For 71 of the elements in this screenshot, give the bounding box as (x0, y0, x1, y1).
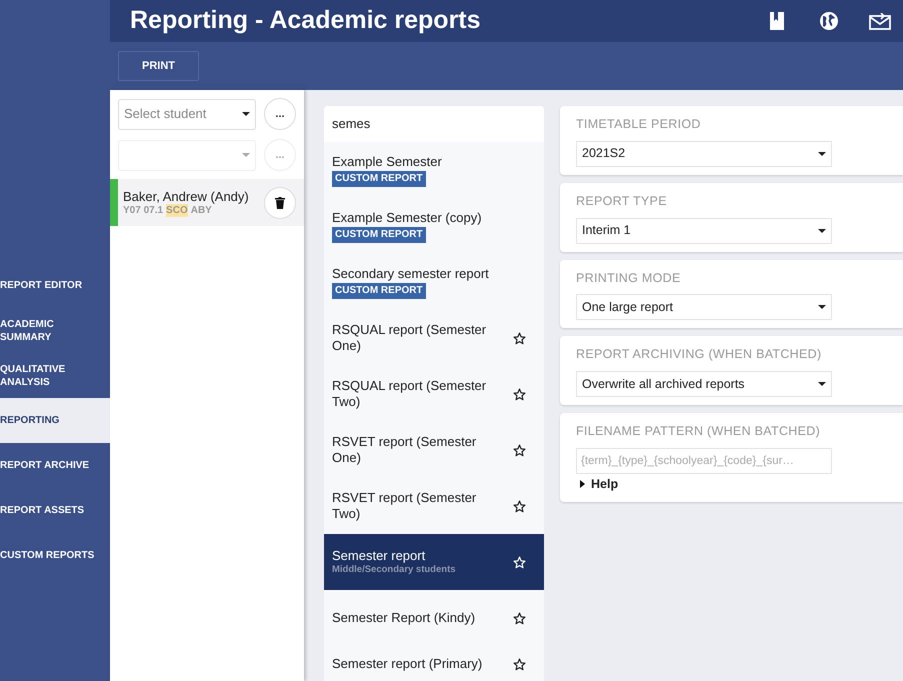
nav-item[interactable]: CUSTOM REPORTS (0, 533, 110, 578)
report-name: RSVET report (Semester One) (332, 434, 478, 466)
print-button[interactable]: PRINT (118, 51, 199, 81)
nav-item[interactable]: REPORTING (0, 398, 110, 443)
caret-icon (242, 112, 250, 116)
star-icon[interactable] (513, 658, 526, 671)
report-name: RSQUAL report (Semester One) (332, 322, 488, 354)
triangle-icon (580, 480, 585, 488)
report-list-item[interactable]: RSVET report (Semester One) (324, 422, 544, 478)
student-row[interactable]: Baker, Andrew (Andy) Y07 07.1 SCO ABY (110, 179, 304, 226)
report-list-item[interactable]: Semester report (Primary) (324, 646, 544, 679)
report-list-item[interactable]: Example Semester CUSTOM REPORT (324, 142, 544, 198)
star-icon[interactable] (513, 612, 526, 624)
star-icon[interactable] (513, 444, 526, 456)
student-name: Baker, Andrew (Andy) (123, 188, 250, 204)
field-label: PRINTING MODE (576, 270, 682, 286)
custom-report-tag: CUSTOM REPORT (332, 282, 426, 298)
report-name: Semester report (332, 548, 426, 564)
nav-item[interactable]: QUALITATIVE ANALYSIS (0, 353, 110, 398)
more-button[interactable]: ... (264, 98, 296, 130)
star-icon[interactable] (513, 388, 526, 400)
star-icon[interactable] (513, 332, 526, 344)
field-label: REPORT ARCHIVING (WHEN BATCHED) (576, 346, 822, 364)
student-select[interactable]: Select student (118, 98, 256, 130)
field-label: REPORT TYPE (576, 192, 668, 210)
report-list-item[interactable]: Example Semester (copy) CUSTOM REPORT (324, 198, 544, 254)
nav-item[interactable]: REPORT EDITOR (0, 263, 110, 308)
nav-item[interactable]: REPORT ARCHIVE (0, 443, 110, 488)
caret-icon (818, 305, 826, 310)
report-list-item[interactable]: RSQUAL report (Semester Two) (324, 366, 544, 422)
report-list-item[interactable]: Semester report Middle/Secondary students (324, 534, 544, 590)
dropdown[interactable]: 2021S2 (576, 140, 832, 167)
star-icon[interactable] (513, 500, 526, 512)
caret-icon (818, 382, 826, 386)
report-name: Secondary semester report (332, 266, 489, 282)
nav-item[interactable]: ACADEMIC SUMMARY (0, 308, 110, 353)
report-list-item[interactable]: RSVET report (Semester Two) (324, 478, 544, 534)
report-name: Semester Report (Kindy) (332, 610, 476, 626)
trash-icon (275, 196, 285, 208)
dropdown[interactable]: Overwrite all archived reports (576, 371, 832, 397)
mail-icon[interactable] (869, 12, 891, 30)
caret-icon (818, 152, 826, 156)
custom-report-tag: CUSTOM REPORT (332, 226, 426, 242)
field-label: TIMETABLE PERIOD (576, 116, 702, 133)
delete-button[interactable] (264, 186, 296, 218)
report-list-item[interactable]: Semester Report (Kindy) (324, 590, 544, 646)
report-name: Example Semester (332, 154, 442, 170)
help-toggle[interactable]: Help (580, 474, 618, 494)
caret-icon (242, 153, 250, 157)
dropdown[interactable]: Interim 1 (576, 218, 832, 244)
text-field[interactable]: {term}_{type}_{schoolyear}_{code}_{sur… (576, 448, 832, 474)
student-code: SCO (166, 204, 188, 216)
report-name: Example Semester (copy) (332, 210, 482, 226)
nav-item[interactable]: REPORT ASSETS (0, 488, 110, 533)
page-title: Reporting - Academic reports (130, 5, 482, 36)
custom-report-tag: CUSTOM REPORT (332, 170, 426, 186)
report-list-item[interactable]: Secondary semester report CUSTOM REPORT (324, 254, 544, 310)
field-label: FILENAME PATTERN (WHEN BATCHED) (576, 423, 822, 440)
search-field[interactable]: semes (324, 106, 544, 142)
globe-icon[interactable] (819, 11, 839, 31)
select-placeholder: Select student (124, 105, 208, 124)
report-subtitle: Middle/Secondary students (332, 564, 456, 576)
student-code: Y07 07.1 (123, 204, 164, 216)
student-code: ABY (190, 204, 212, 216)
report-name: Semester report (Primary) (332, 656, 482, 672)
report-list-item[interactable]: RSQUAL report (Semester One) (324, 310, 544, 366)
report-name: RSVET report (Semester Two) (332, 490, 478, 522)
book-icon[interactable] (769, 12, 785, 30)
caret-icon (818, 228, 826, 232)
report-name: RSQUAL report (Semester Two) (332, 378, 488, 410)
dropdown[interactable]: One large report (576, 294, 832, 320)
